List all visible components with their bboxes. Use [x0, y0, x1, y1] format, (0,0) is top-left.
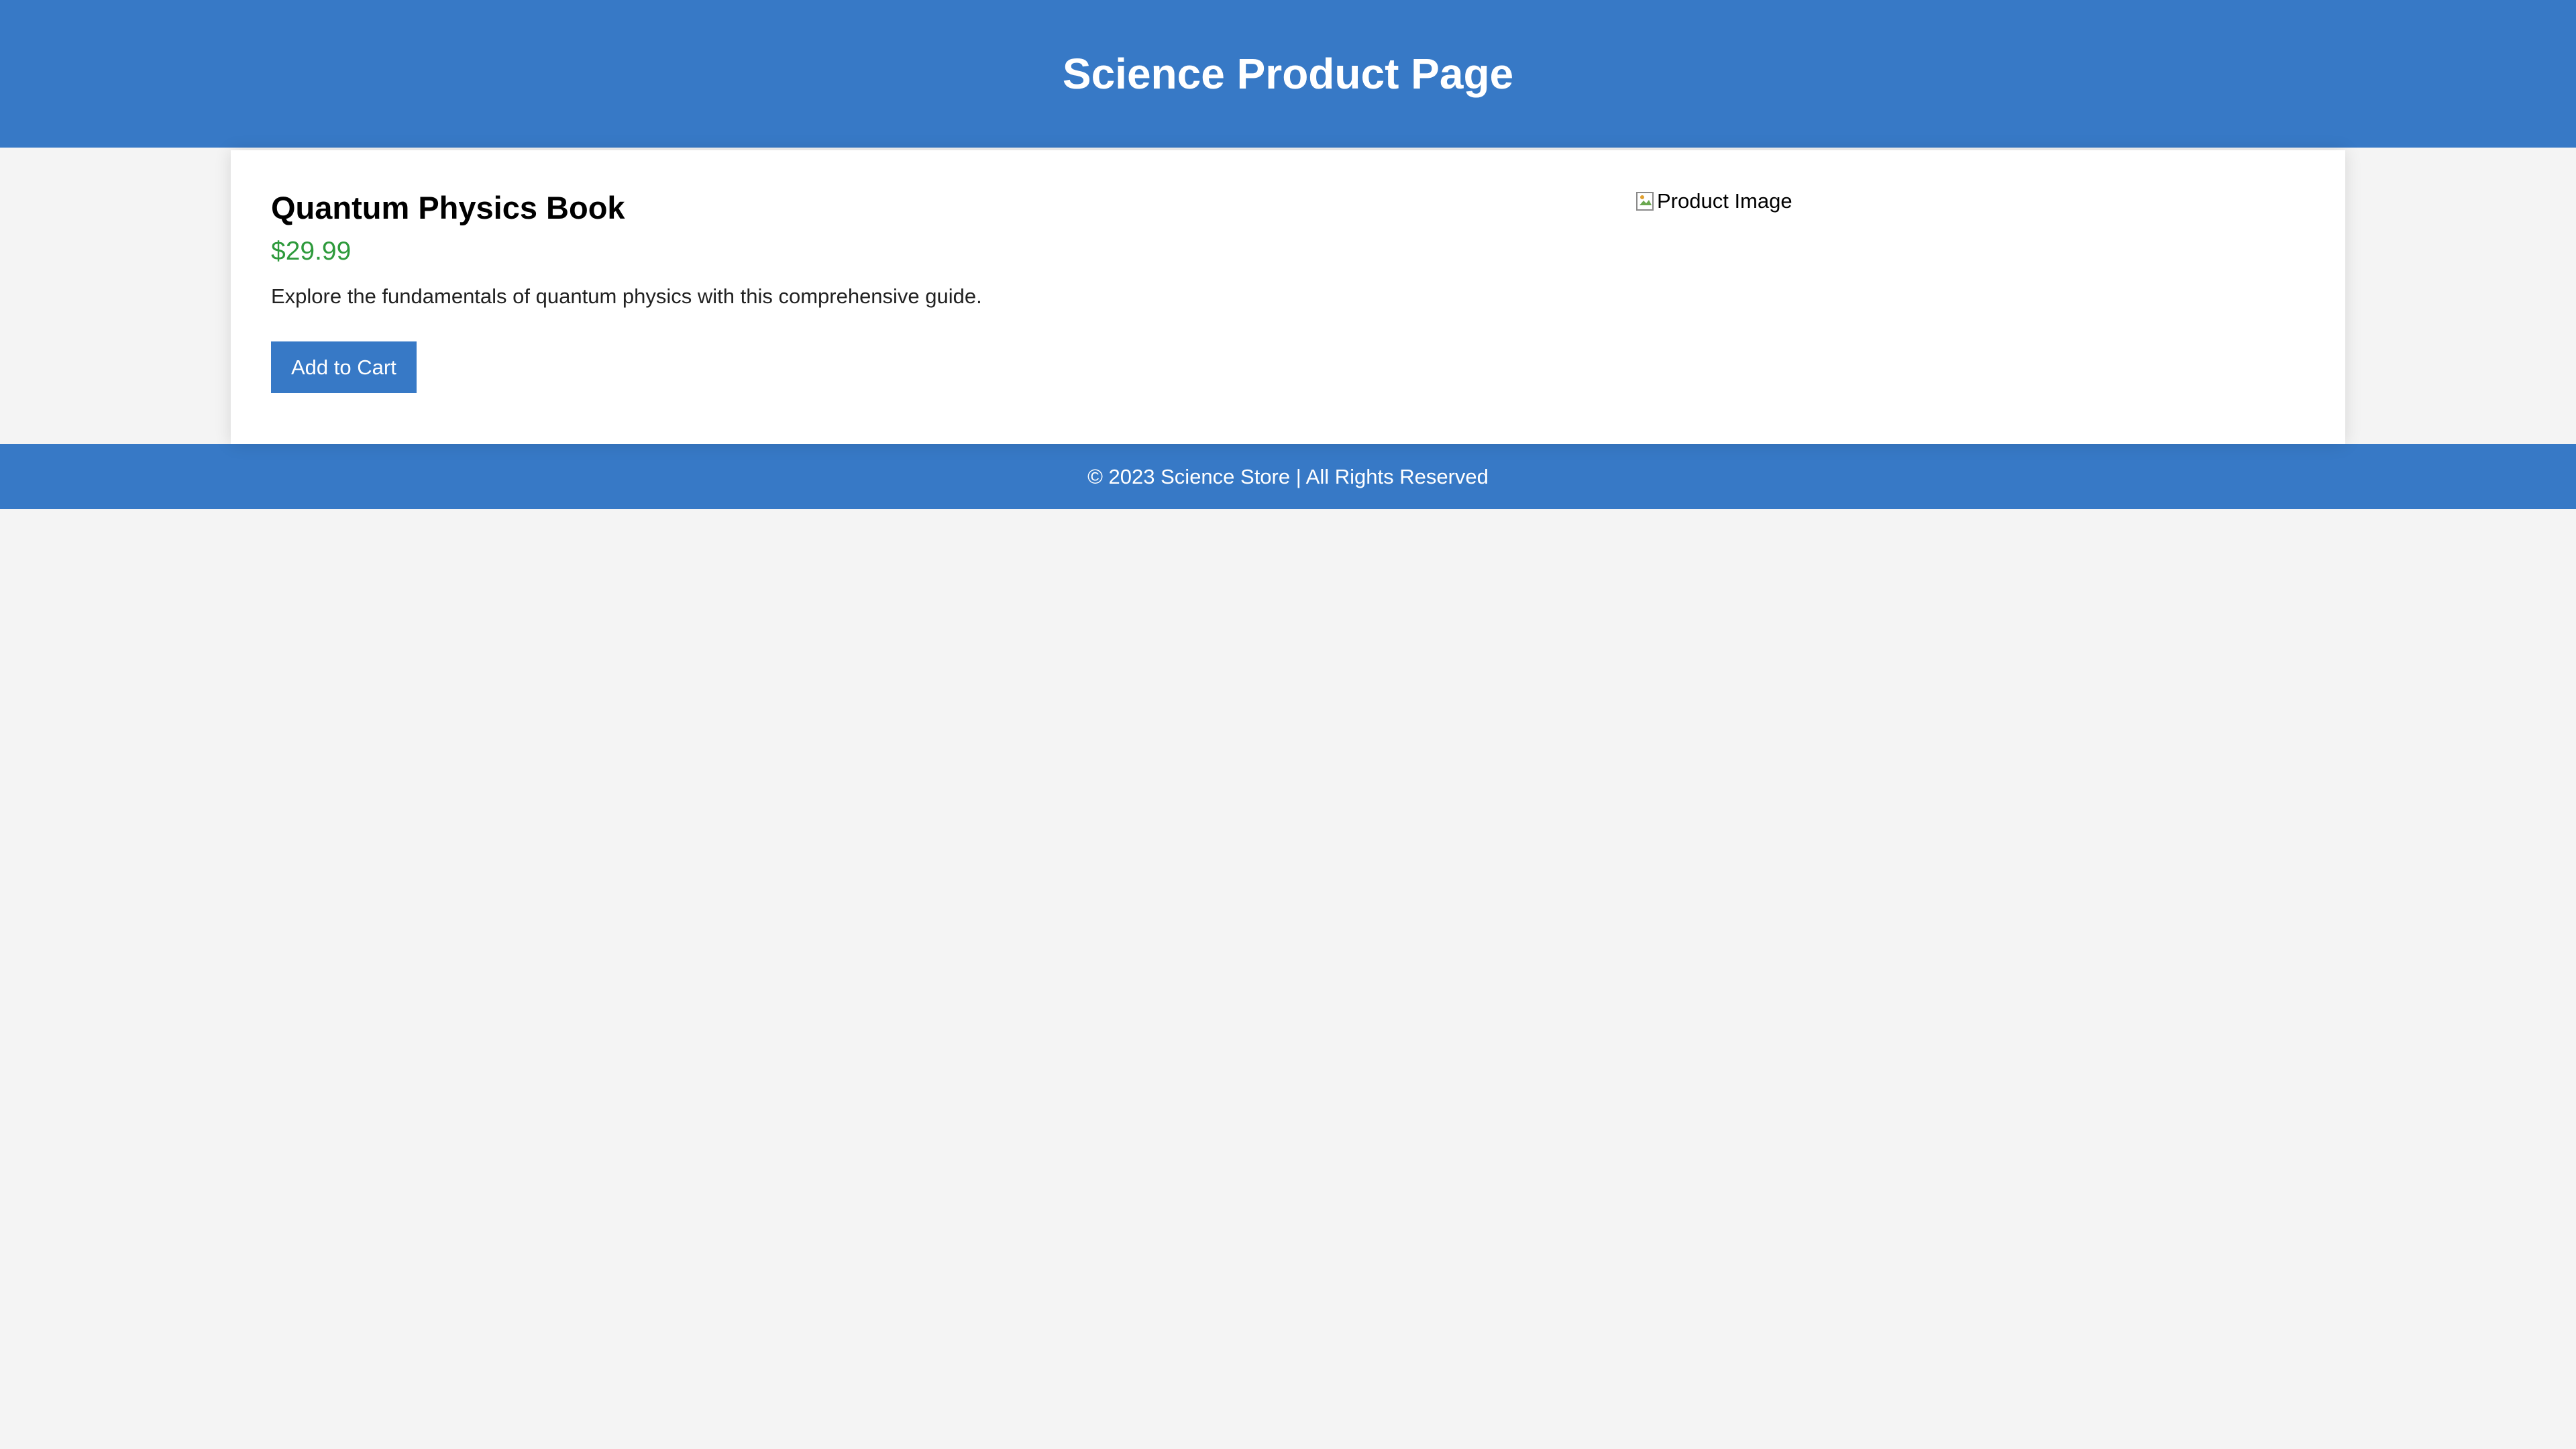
add-to-cart-button[interactable]: Add to Cart — [271, 341, 417, 394]
product-image-alt-text: Product Image — [1657, 189, 1792, 213]
page-footer: © 2023 Science Store | All Rights Reserv… — [0, 444, 2576, 509]
product-price: $29.99 — [271, 237, 352, 266]
product-info: Quantum Physics Book $29.99 Explore the … — [271, 189, 982, 394]
product-title: Quantum Physics Book — [271, 190, 625, 225]
product-container: Quantum Physics Book $29.99 Explore the … — [231, 150, 2345, 444]
page-header: Science Product Page — [0, 0, 2576, 148]
broken-image-icon — [1635, 191, 1656, 212]
product-description: Explore the fundamentals of quantum phys… — [271, 284, 982, 309]
page-title: Science Product Page — [1062, 50, 1514, 98]
footer-text: © 2023 Science Store | All Rights Reserv… — [1087, 464, 1489, 488]
product-image: Product Image — [1635, 189, 1792, 213]
